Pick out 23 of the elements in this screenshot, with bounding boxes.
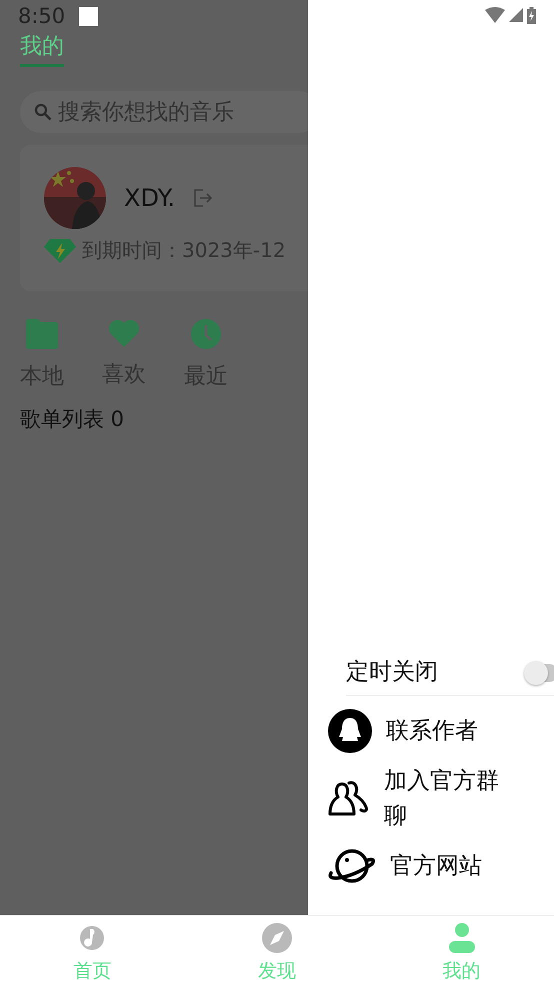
heart-icon: [108, 319, 140, 348]
person-icon: [448, 922, 475, 954]
clock-icon: [191, 319, 221, 350]
drawer-menu-item[interactable]: 联系作者: [308, 698, 554, 764]
drawer-menu-item[interactable]: 官方网站: [308, 833, 554, 899]
timer-switch[interactable]: [524, 660, 554, 684]
wifi-icon: [485, 7, 505, 23]
user-name: XDY.: [124, 184, 176, 212]
timer-label: 定时关闭: [346, 658, 438, 688]
penguin-icon: [328, 709, 372, 753]
status-time: 8:50: [18, 4, 66, 28]
battery-icon: [527, 6, 536, 24]
playlist-heading: 歌单列表 0: [20, 406, 126, 434]
signal-icon: [509, 8, 523, 22]
folder-icon: [26, 319, 58, 350]
diamond-icon: [44, 238, 76, 263]
page-title-tab[interactable]: 我的: [20, 34, 64, 68]
drawer-menu-item[interactable]: 加入官方群聊: [308, 764, 554, 833]
search-icon: [34, 103, 52, 122]
people-icon: [328, 780, 370, 818]
notification-icon: [79, 6, 98, 26]
compass-icon: [261, 922, 293, 954]
logout-icon[interactable]: [193, 188, 214, 208]
